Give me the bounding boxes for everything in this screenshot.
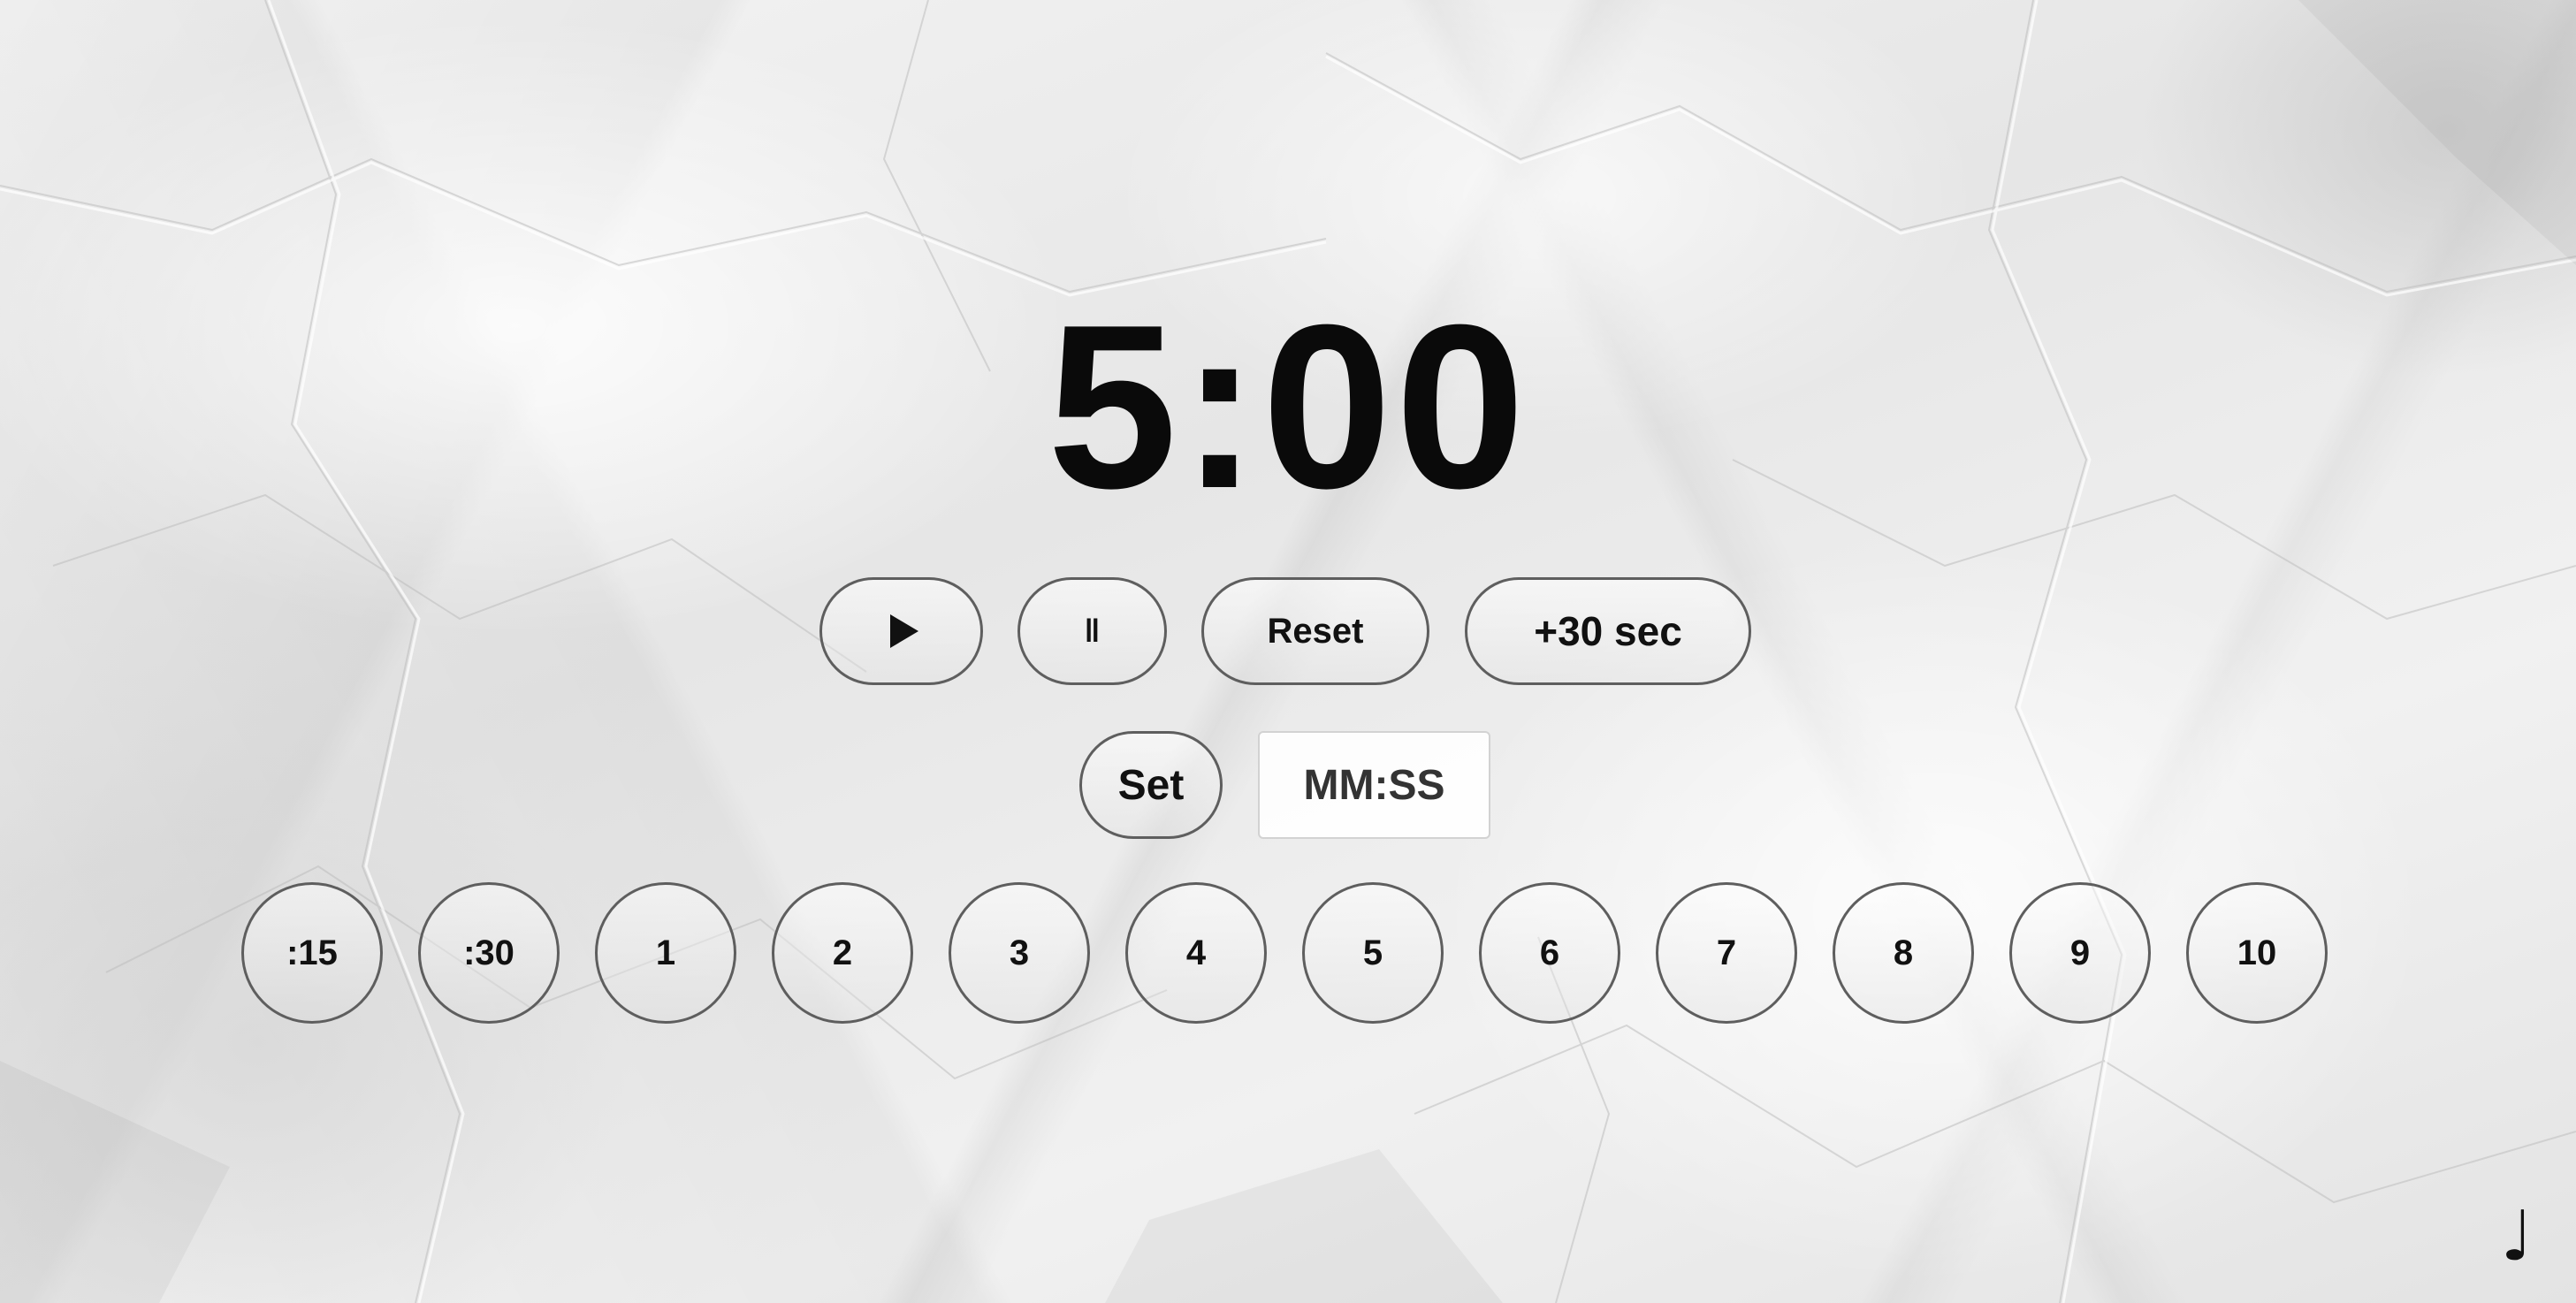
add-30-seconds-button[interactable]: +30 sec <box>1465 577 1751 685</box>
preset-15-seconds-button[interactable]: :15 <box>241 882 383 1024</box>
preset-5-minutes-button[interactable]: 5 <box>1302 882 1444 1024</box>
preset-10-minutes-button[interactable]: 10 <box>2186 882 2328 1024</box>
preset-8-minutes-button[interactable]: 8 <box>1833 882 1974 1024</box>
start-button[interactable] <box>819 577 983 685</box>
preset-3-minutes-button[interactable]: 3 <box>949 882 1090 1024</box>
reset-button-label: Reset <box>1267 611 1364 651</box>
reset-button[interactable]: Reset <box>1201 577 1429 685</box>
preset-30-seconds-button[interactable]: :30 <box>418 882 560 1024</box>
pause-icon: ‖ <box>1084 613 1101 649</box>
add-30-seconds-label: +30 sec <box>1534 608 1682 654</box>
preset-4-minutes-button[interactable]: 4 <box>1125 882 1267 1024</box>
timer-display: 5:00 <box>1047 276 1529 537</box>
play-icon <box>889 614 918 648</box>
preset-7-minutes-button[interactable]: 7 <box>1656 882 1797 1024</box>
set-button-label: Set <box>1117 761 1185 809</box>
preset-1-minute-button[interactable]: 1 <box>595 882 736 1024</box>
preset-6-minutes-button[interactable]: 6 <box>1479 882 1620 1024</box>
music-note-icon: ♩ <box>2500 1197 2534 1276</box>
preset-9-minutes-button[interactable]: 9 <box>2009 882 2151 1024</box>
preset-2-minutes-button[interactable]: 2 <box>772 882 913 1024</box>
music-toggle-button[interactable]: ♩ <box>2488 1195 2546 1278</box>
pause-button[interactable]: ‖ <box>1017 577 1167 685</box>
set-button[interactable]: Set <box>1079 731 1223 839</box>
time-input[interactable] <box>1258 731 1490 839</box>
